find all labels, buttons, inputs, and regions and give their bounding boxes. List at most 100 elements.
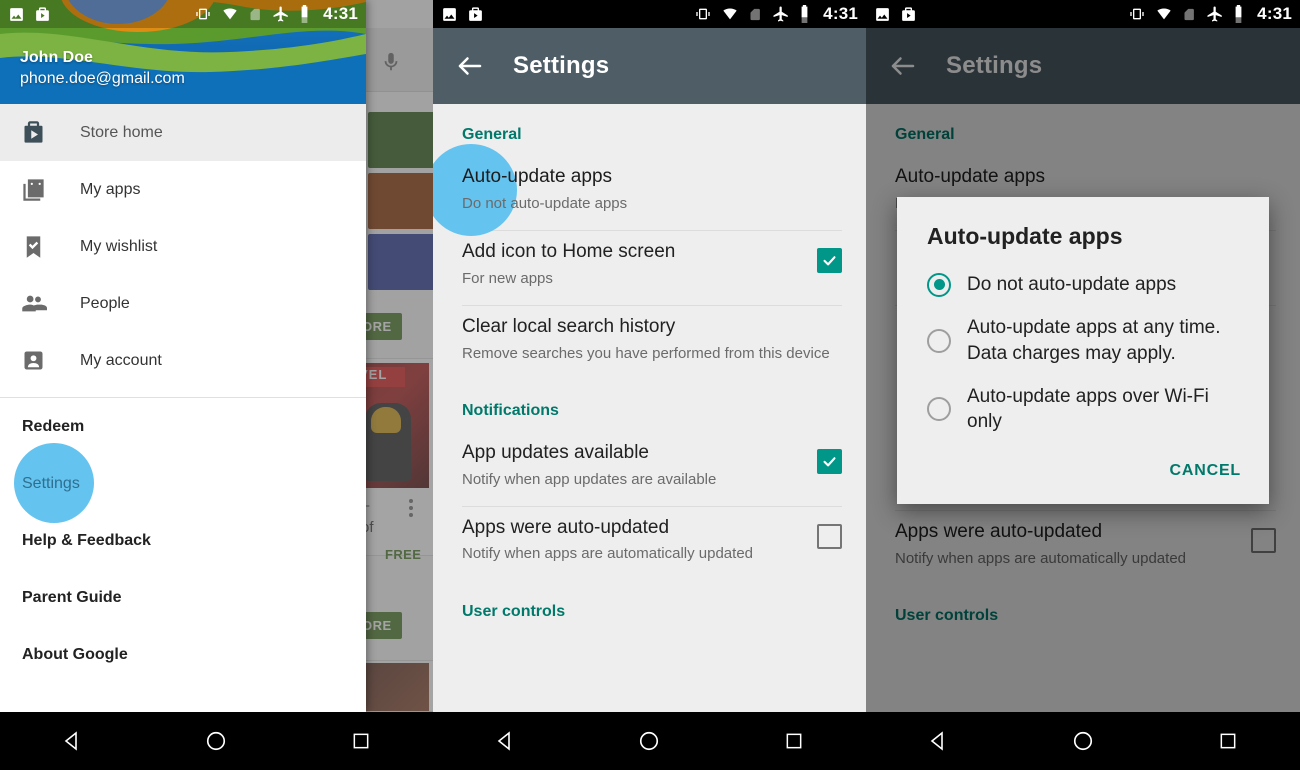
status-icons-left [874,6,917,23]
sidebar-item-settings[interactable]: Settings [0,443,366,523]
sidebar-item-about-google[interactable]: About Google [0,626,366,683]
nav-back-button[interactable] [455,712,555,770]
drawer-header: 4:31 John Doe phone.doe@gmail.com [0,0,366,104]
airplane-mode-icon [773,6,788,22]
nav-recents-button[interactable] [744,712,844,770]
play-store-update-icon [36,6,49,21]
setting-text: Apps were auto-updated Notify when apps … [462,516,817,565]
airplane-mode-icon [273,6,288,22]
setting-subtitle: Remove searches you have performed from … [462,344,830,362]
back-arrow-icon[interactable] [455,49,489,83]
three-panel-screenshot: ORE VEL – of FREE ORE [0,0,1300,770]
setting-title: Auto-update apps [462,166,613,187]
section-header-general: General [462,126,522,143]
dialog-option-label: Do not auto-update apps [967,274,1177,295]
panel-settings-dialog: 4:31 Settings General Auto-update apps D… [866,0,1300,770]
checkbox-apps-were-auto-updated[interactable] [817,523,842,549]
setting-title: Add icon to Home screen [462,240,676,262]
nav-back-button[interactable] [22,712,122,770]
wifi-icon [223,8,237,20]
image-icon [876,7,889,21]
radio-selected-icon[interactable] [927,272,951,297]
status-icons-right: 4:31 [194,4,358,24]
nav-back-button[interactable] [888,712,988,770]
radio-unselected-icon[interactable] [927,328,951,353]
sidebar-item-my-apps[interactable]: My apps [0,161,366,218]
setting-row-add-icon-home-screen[interactable]: Add icon to Home screen For new apps [433,231,866,305]
setting-text: Clear local search history Remove search… [462,315,842,364]
setting-row-clear-local-search-history[interactable]: Clear local search history Remove search… [433,306,866,380]
status-bar: 4:31 [433,0,866,28]
store-bag-icon [20,119,60,146]
dialog-option-wifi-only[interactable]: Auto-update apps over Wi-Fi only [927,384,1245,435]
image-icon [10,7,23,21]
image-icon [443,7,456,21]
nav-recents-button[interactable] [1178,712,1278,770]
setting-subtitle: Notify when app updates are available [462,470,717,488]
sidebar-item-parent-guide[interactable]: Parent Guide [0,569,366,626]
setting-row-apps-were-auto-updated[interactable]: Apps were auto-updated Notify when apps … [433,507,866,581]
nav-home-button[interactable] [599,712,699,770]
setting-subtitle: Do not auto-update apps [462,194,628,212]
nav-bar [866,712,1300,770]
status-bar: 4:31 [0,0,366,28]
status-icons-left [8,6,51,23]
setting-row-app-updates-available[interactable]: App updates available Notify when app up… [433,432,866,506]
dialog-option-do-not-auto-update[interactable]: Do not auto-update apps [927,272,1245,297]
sidebar-item-label: People [80,294,130,312]
drawer-account[interactable]: John Doe phone.doe@gmail.com [20,47,185,90]
setting-subtitle: Notify when apps are automatically updat… [462,545,754,563]
setting-title: Clear local search history [462,315,676,337]
drawer-item-list: Store home My apps My wishlist People My… [0,104,366,712]
nav-recents-button[interactable] [311,712,411,770]
setting-title: App updates available [462,441,649,463]
setting-title: Apps were auto-updated [462,516,670,538]
wifi-icon [723,8,737,20]
dialog-actions: CANCEL [927,452,1245,494]
nav-home-button[interactable] [1033,712,1133,770]
settings-list: General Auto-update apps Do not auto-upd… [433,104,866,712]
sidebar-item-label: Parent Guide [22,588,122,606]
dialog-option-label: Auto-update apps at any time. Data charg… [967,317,1221,364]
status-icons-right: 4:31 [1128,4,1292,24]
status-icons-right: 4:31 [694,4,858,24]
panel-settings: 4:31 Settings General Auto-update apps D… [433,0,866,770]
navigation-drawer: 4:31 John Doe phone.doe@gmail.com Store … [0,0,366,712]
cancel-button[interactable]: CANCEL [1170,462,1241,480]
sidebar-item-my-wishlist[interactable]: My wishlist [0,218,366,275]
vibrate-icon [696,8,710,20]
page-title: Settings [513,52,610,79]
checkbox-add-icon-home-screen[interactable] [817,247,842,273]
sidebar-item-label: Settings [22,474,80,492]
checkbox-app-updates-available[interactable] [817,448,842,474]
radio-unselected-icon[interactable] [927,397,951,422]
auto-update-apps-dialog: Auto-update apps Do not auto-update apps… [897,197,1269,505]
battery-icon [301,5,308,23]
dialog-option-any-time[interactable]: Auto-update apps at any time. Data charg… [927,315,1245,366]
dialog-option-label: Auto-update apps over Wi-Fi only [967,385,1209,433]
section-header-notifications: Notifications [462,401,559,419]
sidebar-item-store-home[interactable]: Store home [0,104,366,161]
setting-subtitle: For new apps [462,269,553,287]
sidebar-item-label: Store home [80,123,163,141]
wifi-icon [1157,8,1171,20]
nav-bar [433,712,866,770]
status-time: 4:31 [323,4,358,23]
sidebar-item-label: My apps [80,180,141,198]
play-store-update-icon [469,6,482,21]
bookmark-check-icon [20,233,60,260]
panel-play-store-drawer: ORE VEL – of FREE ORE [0,0,433,770]
my-apps-icon [20,176,60,203]
account-icon [20,347,60,374]
sidebar-item-people[interactable]: People [0,275,366,332]
battery-icon [1235,5,1242,23]
setting-row-auto-update-apps[interactable]: Auto-update apps Do not auto-update apps [433,144,866,236]
sidebar-item-my-account[interactable]: My account [0,332,366,389]
account-email: phone.doe@gmail.com [20,70,185,88]
sidebar-item-label: Redeem [22,417,85,435]
battery-icon [801,5,808,23]
play-store-update-icon [902,6,915,21]
sidebar-item-label: Help & Feedback [22,531,151,549]
nav-home-button[interactable] [166,712,266,770]
settings-toolbar: Settings [433,28,866,104]
